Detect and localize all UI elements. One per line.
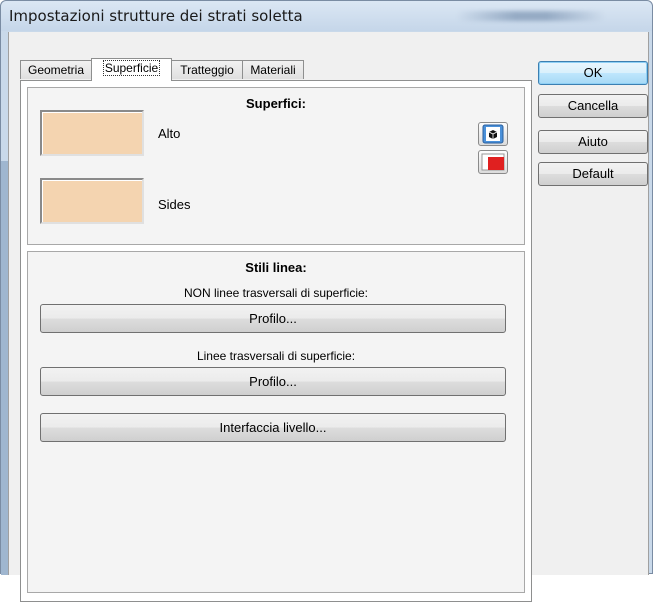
cross-profile-button[interactable]: Profilo... <box>40 367 506 396</box>
tab-label: Superficie <box>102 60 161 76</box>
surface-top-label: Alto <box>158 126 181 141</box>
3d-box-icon <box>482 124 504 144</box>
line-styles-group: Stili linea: NON linee trasversali di su… <box>27 251 525 593</box>
tab-label: Materiali <box>250 63 296 77</box>
tab-materiali[interactable]: Materiali <box>242 60 304 79</box>
tab-tratteggio[interactable]: Tratteggio <box>171 60 243 79</box>
red-square-icon <box>481 153 505 171</box>
default-button[interactable]: Default <box>538 162 648 186</box>
surfaces-group: Superfici: Alto Sides <box>27 87 525 245</box>
surfaces-title: Superfici: <box>246 96 306 111</box>
title-bar-glare <box>456 11 606 21</box>
window-left-edge <box>1 161 8 575</box>
non-cross-lines-label: NON linee trasversali di superficie: <box>183 286 369 300</box>
surface-sides-color-swatch[interactable] <box>40 178 144 224</box>
3d-box-button[interactable] <box>478 122 508 146</box>
help-button[interactable]: Aiuto <box>538 130 648 154</box>
tab-panel-superficie: Superfici: Alto Sides Stili linea: NON l… <box>20 80 532 602</box>
layer-interface-button[interactable]: Interfaccia livello... <box>40 413 506 442</box>
red-square-button[interactable] <box>478 150 508 174</box>
dialog-window: Impostazioni strutture dei strati solett… <box>0 0 653 602</box>
tab-label: Tratteggio <box>180 63 234 77</box>
dialog-client-area: Geometria Superficie Tratteggio Material… <box>8 32 649 602</box>
cross-lines-label: Linee trasversali di superficie: <box>196 349 356 363</box>
tab-geometria[interactable]: Geometria <box>20 60 92 79</box>
ok-button[interactable]: OK <box>538 61 648 85</box>
surface-top-color-swatch[interactable] <box>40 110 144 156</box>
cancel-button[interactable]: Cancella <box>538 94 648 118</box>
window-title: Impostazioni strutture dei strati solett… <box>9 7 303 25</box>
title-bar[interactable]: Impostazioni strutture dei strati solett… <box>1 1 652 31</box>
tab-superficie[interactable]: Superficie <box>91 58 172 81</box>
non-cross-profile-button[interactable]: Profilo... <box>40 304 506 333</box>
surface-sides-label: Sides <box>158 197 191 212</box>
tab-label: Geometria <box>27 63 85 77</box>
line-styles-title: Stili linea: <box>245 260 307 275</box>
